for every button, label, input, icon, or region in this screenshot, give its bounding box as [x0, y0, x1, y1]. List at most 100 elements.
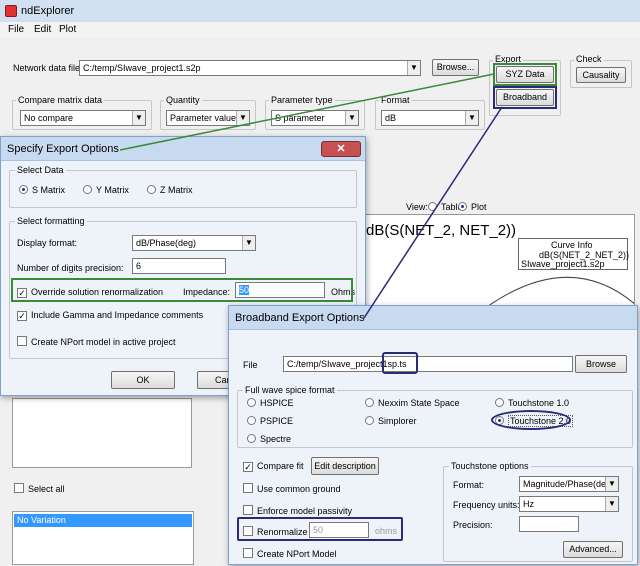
- menu-edit[interactable]: Edit: [34, 24, 51, 35]
- radio-icon: [247, 416, 256, 425]
- select-data-group-label: Select Data: [15, 165, 66, 175]
- radio-y-matrix[interactable]: Y Matrix: [83, 185, 129, 195]
- checkbox-icon: [14, 483, 24, 493]
- view-plot-radio[interactable]: Plot: [458, 202, 487, 212]
- variation-list-items[interactable]: No Variation: [12, 511, 194, 565]
- radio-icon: [495, 398, 504, 407]
- radio-icon: [83, 185, 92, 194]
- quantity-value: Parameter values: [170, 113, 241, 123]
- specify-dialog-titlebar: Specify Export Options: [1, 137, 365, 161]
- ts-format-label: Format:: [453, 480, 485, 490]
- radio-icon: [247, 398, 256, 407]
- param-type-group-label: Parameter type: [269, 95, 335, 105]
- file-label: File: [243, 360, 258, 370]
- file-ext-highlight: [382, 352, 418, 374]
- menu-plot[interactable]: Plot: [59, 24, 76, 35]
- variation-list[interactable]: [12, 398, 192, 468]
- touchstone-options-label: Touchstone options: [449, 461, 531, 471]
- radio-spectre[interactable]: Spectre: [247, 434, 291, 444]
- broadband-dialog-title: Broadband Export Options: [235, 312, 365, 324]
- ok-button[interactable]: OK: [111, 371, 175, 389]
- view-plot-label: Plot: [471, 202, 487, 212]
- chevron-down-icon: ▼: [345, 111, 358, 125]
- network-file-combo[interactable]: C:/temp/SIwave_project1.s2p ▼: [79, 60, 421, 76]
- precision-label: Precision:: [453, 520, 493, 530]
- quantity-combo[interactable]: Parameter values ▼: [166, 110, 250, 126]
- ts-format-combo[interactable]: Magnitude/Phase(deg) ▼: [519, 476, 619, 492]
- browse-button[interactable]: Browse...: [432, 59, 479, 76]
- param-type-value: S parameter: [275, 113, 325, 123]
- nport-label: Create NPort model in active project: [31, 337, 176, 347]
- digits-precision-input[interactable]: 6: [132, 258, 226, 274]
- menu-file[interactable]: File: [8, 24, 24, 35]
- select-all-checkbox[interactable]: Select all: [14, 483, 65, 494]
- checkbox-icon: [243, 548, 253, 558]
- radio-simplorer[interactable]: Simplorer: [365, 416, 417, 426]
- gamma-label: Include Gamma and Impedance comments: [31, 310, 204, 320]
- broadband-export-dialog: Broadband Export Options File C:/temp/SI…: [228, 305, 638, 565]
- title-bar: [0, 0, 640, 22]
- passivity-label: Enforce model passivity: [257, 506, 353, 516]
- app-logo-icon: [5, 5, 17, 17]
- radio-icon: [247, 434, 256, 443]
- causality-button[interactable]: Causality: [576, 67, 626, 83]
- edit-description-button[interactable]: Edit description: [311, 457, 379, 475]
- view-label: View:: [406, 202, 428, 212]
- renormalize-highlight: [237, 517, 403, 541]
- pspice-label: PSPICE: [260, 416, 294, 426]
- chevron-down-icon: ▼: [465, 111, 478, 125]
- touchstone2-highlight: [491, 410, 571, 430]
- file-input[interactable]: C:/temp/SIwave_project1sp.ts: [283, 356, 573, 372]
- syz-data-highlight: [493, 63, 557, 86]
- broadband-dialog-titlebar: Broadband Export Options: [229, 306, 637, 330]
- format-combo[interactable]: dB ▼: [381, 110, 479, 126]
- radio-nexxim[interactable]: Nexxim State Space: [365, 398, 460, 408]
- radio-hspice[interactable]: HSPICE: [247, 398, 294, 408]
- chevron-down-icon: ▼: [236, 111, 249, 125]
- list-item-selected[interactable]: No Variation: [14, 514, 192, 527]
- advanced-button[interactable]: Advanced...: [563, 541, 623, 558]
- file-value: C:/temp/SIwave_project1: [287, 359, 388, 369]
- select-all-label: Select all: [28, 484, 65, 494]
- display-format-combo[interactable]: dB/Phase(deg) ▼: [132, 235, 256, 251]
- plot-title: dB(S(NET_2, NET_2)): [366, 222, 517, 239]
- radio-s-matrix[interactable]: S Matrix: [19, 185, 65, 195]
- checkbox-icon: [17, 336, 27, 346]
- compare-fit-checkbox[interactable]: ✓ Compare fit: [243, 461, 304, 472]
- param-type-combo[interactable]: S parameter ▼: [271, 110, 359, 126]
- compare-combo[interactable]: No compare ▼: [20, 110, 146, 126]
- curve-info-line2: SIwave_project1.s2p: [521, 259, 605, 269]
- passivity-checkbox[interactable]: Enforce model passivity: [243, 505, 352, 516]
- file-browse-button[interactable]: Browse: [575, 355, 627, 373]
- radio-icon: [365, 416, 374, 425]
- check-group-label: Check: [574, 54, 604, 64]
- network-file-value: C:/temp/SIwave_project1.s2p: [83, 63, 201, 73]
- common-ground-checkbox[interactable]: Use common ground: [243, 483, 341, 494]
- specify-dialog-title: Specify Export Options: [7, 143, 119, 155]
- radio-icon: [428, 202, 437, 211]
- radio-icon: [365, 398, 374, 407]
- freq-units-combo[interactable]: Hz ▼: [519, 496, 619, 512]
- close-icon[interactable]: ✕: [321, 141, 361, 157]
- spice-format-group-label: Full wave spice format: [243, 385, 337, 395]
- gamma-impedance-checkbox[interactable]: ✓ Include Gamma and Impedance comments: [17, 310, 203, 321]
- compare-value: No compare: [24, 113, 74, 123]
- quantity-group-label: Quantity: [164, 95, 202, 105]
- radio-touchstone1[interactable]: Touchstone 1.0: [495, 398, 569, 408]
- radio-z-label: Z Matrix: [160, 185, 193, 195]
- network-file-label: Network data file:: [13, 63, 83, 73]
- create-nport-model-checkbox[interactable]: Create NPort Model: [243, 548, 337, 559]
- format-group-label: Format: [379, 95, 412, 105]
- display-format-label: Display format:: [17, 238, 78, 248]
- broadband-highlight: [493, 86, 557, 109]
- common-ground-label: Use common ground: [257, 484, 341, 494]
- window-title: ndExplorer: [21, 5, 75, 17]
- display-format-value: dB/Phase(deg): [136, 238, 197, 248]
- radio-z-matrix[interactable]: Z Matrix: [147, 185, 193, 195]
- chevron-down-icon: ▼: [605, 497, 618, 511]
- radio-y-label: Y Matrix: [96, 185, 129, 195]
- radio-pspice[interactable]: PSPICE: [247, 416, 293, 426]
- chevron-down-icon: ▼: [407, 61, 420, 75]
- create-nport-checkbox[interactable]: Create NPort model in active project: [17, 336, 176, 347]
- precision-input[interactable]: [519, 516, 579, 532]
